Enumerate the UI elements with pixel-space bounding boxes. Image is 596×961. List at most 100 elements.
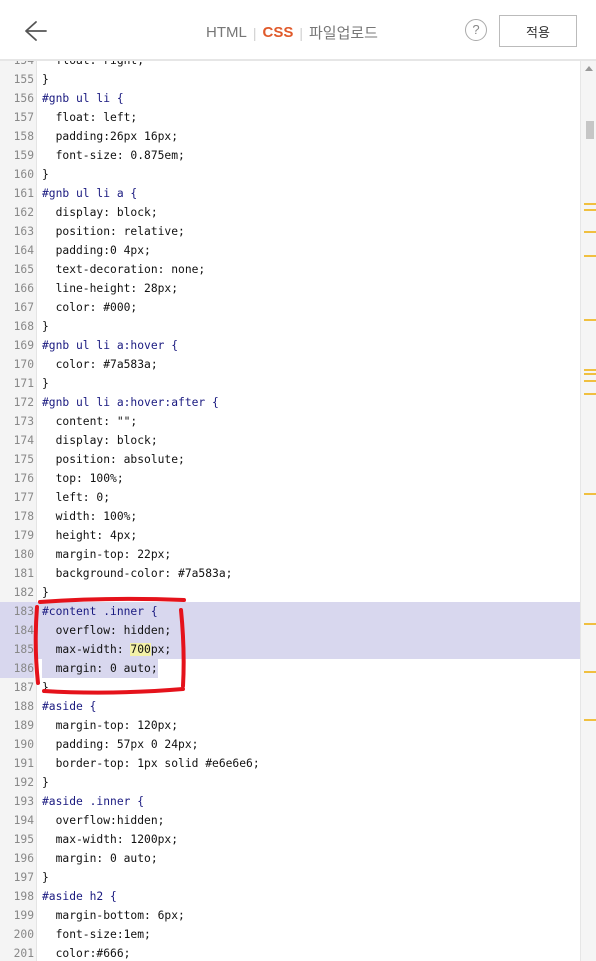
code-text: line-height: 28px; [42,282,179,295]
code-line[interactable]: 201 color:#666; [0,944,580,961]
code-line[interactable]: 165 text-decoration: none; [0,260,580,279]
code-line[interactable]: 159 font-size: 0.875em; [0,146,580,165]
scrollbar-thumb[interactable] [586,121,594,139]
code-line[interactable]: 180 margin-top: 22px; [0,545,580,564]
code-line[interactable]: 156 #gnb ul li { [0,89,580,108]
code-text: padding:0 4px; [42,244,151,257]
code-text: color: #000; [42,301,138,314]
code-line[interactable]: 172 #gnb ul li a:hover:after { [0,393,580,412]
line-number: 188 [13,700,34,713]
code-line[interactable]: 164 padding:0 4px; [0,241,580,260]
code-line[interactable]: 182} [0,583,580,602]
line-number: 195 [13,833,34,846]
code-text: } [42,320,49,333]
code-text: overflow:hidden; [42,814,165,827]
code-line[interactable]: 157 float: left; [0,108,580,127]
code-line[interactable]: 158 padding:26px 16px; [0,127,580,146]
code-line[interactable]: 163 position: relative; [0,222,580,241]
code-line[interactable]: 166 line-height: 28px; [0,279,580,298]
line-number: 174 [13,434,34,447]
line-number: 187 [13,681,34,694]
search-match-marker [584,373,596,375]
code-line[interactable]: 155} [0,70,580,89]
code-line[interactable]: 178 width: 100%; [0,507,580,526]
search-match-marker [584,493,596,495]
code-text: #gnb ul li a { [42,187,138,200]
line-number: 184 [0,621,34,640]
vertical-scrollbar[interactable] [580,61,596,961]
code-text: color:#666; [42,947,131,960]
code-line[interactable]: 183 #content .inner { [0,602,580,621]
code-line[interactable]: 169 #gnb ul li a:hover { [0,336,580,355]
code-line[interactable]: 179 height: 4px; [0,526,580,545]
code-text: } [42,776,49,789]
code-line[interactable]: 161 #gnb ul li a { [0,184,580,203]
line-number: 196 [13,852,34,865]
code-line[interactable]: 160} [0,165,580,184]
code-line[interactable]: 189 margin-top: 120px; [0,716,580,735]
apply-button[interactable]: 적용 [499,15,577,47]
tab-file-upload[interactable]: 파일업로드 [309,22,378,43]
tab-css[interactable]: CSS [262,24,293,41]
back-arrow-icon[interactable] [22,18,48,44]
code-text: max-width: 1200px; [42,833,179,846]
line-number: 156 [13,92,34,105]
tab-html[interactable]: HTML [206,24,247,41]
code-line[interactable]: 176 top: 100%; [0,469,580,488]
scroll-up-arrow-icon[interactable] [585,66,593,71]
code-line[interactable]: 174 display: block; [0,431,580,450]
line-number: 162 [13,206,34,219]
code-line[interactable]: 196 margin: 0 auto; [0,849,580,868]
line-number: 154 [0,61,34,70]
code-text: content: ""; [42,415,138,428]
code-line[interactable]: 200 font-size:1em; [0,925,580,944]
line-number: 201 [13,947,34,960]
code-line[interactable]: 177 left: 0; [0,488,580,507]
code-text: #aside { [42,700,97,713]
code-line[interactable]: 184 overflow: hidden; [0,621,580,640]
line-number: 178 [13,510,34,523]
code-text: } [42,586,49,599]
line-number: 173 [13,415,34,428]
line-number: 198 [13,890,34,903]
code-line[interactable]: 188 #aside { [0,697,580,716]
code-line[interactable]: 154 float: right; [0,61,580,70]
help-icon[interactable]: ? [465,19,487,41]
code-text: margin-top: 22px; [42,548,172,561]
code-line[interactable]: 173 content: ""; [0,412,580,431]
line-number: 171 [13,377,34,390]
code-line[interactable]: 194 overflow:hidden; [0,811,580,830]
code-line[interactable]: 187} [0,678,580,697]
line-number: 167 [13,301,34,314]
code-line[interactable]: 192} [0,773,580,792]
css-code-editor[interactable]: 154 float: right;155}156#gnb ul li {157 … [0,61,596,961]
code-line[interactable]: 195 max-width: 1200px; [0,830,580,849]
code-line[interactable]: 198 #aside h2 { [0,887,580,906]
code-line[interactable]: 162 display: block; [0,203,580,222]
code-line[interactable]: 167 color: #000; [0,298,580,317]
code-line[interactable]: 168} [0,317,580,336]
line-number: 172 [13,396,34,409]
code-text: padding:26px 16px; [42,130,179,143]
code-line[interactable]: 171} [0,374,580,393]
code-line[interactable]: 186 margin: 0 auto; [0,659,580,678]
line-number: 157 [13,111,34,124]
line-number: 190 [13,738,34,751]
code-line[interactable]: 191 border-top: 1px solid #e6e6e6; [0,754,580,773]
tab-bar: HTML | CSS | 파일업로드 [206,22,378,43]
code-line[interactable]: 170 color: #7a583a; [0,355,580,374]
line-number: 170 [13,358,34,371]
code-text: background-color: #7a583a; [42,567,233,580]
search-match-marker [584,380,596,382]
code-line[interactable]: 175 position: absolute; [0,450,580,469]
line-number: 168 [13,320,34,333]
code-text: max-width: 700px; [42,643,172,656]
code-line[interactable]: 181 background-color: #7a583a; [0,564,580,583]
code-line[interactable]: 193 #aside .inner { [0,792,580,811]
code-text: display: block; [42,434,158,447]
code-line[interactable]: 199 margin-bottom: 6px; [0,906,580,925]
code-line[interactable]: 197} [0,868,580,887]
code-line[interactable]: 185 max-width: 700px; [0,640,580,659]
code-text: float: left; [42,111,138,124]
code-line[interactable]: 190 padding: 57px 0 24px; [0,735,580,754]
